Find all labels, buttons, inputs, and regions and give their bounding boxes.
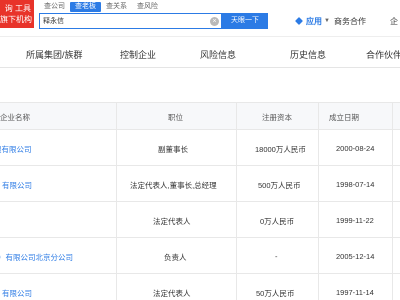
date-cell: 2005-12-14 — [336, 252, 375, 261]
capital-cell: 50万人民币 — [256, 289, 295, 298]
table-row: 有限公司 法定代表人,董事长,总经理 500万人民币 1998-07-14 — [0, 166, 400, 202]
column-header-capital: 注册资本 — [262, 113, 292, 122]
tab-controlled-companies[interactable]: 控制企业 — [120, 48, 156, 61]
logo-line-2: 旗下机构 — [0, 15, 32, 24]
position-cell: 法定代表人 — [153, 289, 191, 298]
table-row: 有限公司 法定代表人 50万人民币 1997-11-14 — [0, 274, 400, 300]
table-row: 限有限公司 副董事长 18000万人民币 2000-08-24 — [0, 130, 400, 166]
apps-menu-button[interactable]: 应用 ▼ — [294, 12, 330, 30]
capital-cell: 18000万人民币 — [255, 145, 306, 154]
company-link[interactable]: ）有限公司北京分公司 — [0, 252, 73, 263]
search-type-tabs: 查公司 查老板 查关系 查风险 — [39, 2, 163, 12]
position-cell: 法定代表人,董事长,总经理 — [130, 181, 217, 190]
capital-cell: - — [275, 252, 278, 261]
date-cell: 1999-11-22 — [336, 216, 374, 225]
capital-cell: 500万人民币 — [258, 181, 301, 190]
top-header: 询 工具 旗下机构 查公司 查老板 查关系 查风险 × 天眼一下 应用 ▼ 商务… — [0, 0, 400, 36]
apps-icon — [294, 16, 304, 26]
company-link[interactable]: 限有限公司 — [0, 144, 32, 155]
tab-search-company[interactable]: 查公司 — [39, 2, 70, 12]
tab-search-risk[interactable]: 查风险 — [132, 2, 163, 12]
date-cell: 2000-08-24 — [336, 144, 375, 153]
tab-history-info[interactable]: 历史信息 — [290, 48, 326, 61]
nav-enterprise-link[interactable]: 企 — [390, 16, 398, 27]
logo-line-1: 询 工具 — [4, 4, 31, 13]
apps-label: 应用 — [306, 16, 322, 26]
column-header-position: 职位 — [168, 113, 183, 122]
search-button[interactable]: 天眼一下 — [222, 13, 268, 29]
clear-icon[interactable]: × — [210, 17, 219, 26]
position-cell: 负责人 — [164, 253, 187, 262]
capital-cell: 0万人民币 — [260, 217, 295, 226]
column-header-company: 企业名称 — [0, 113, 30, 122]
company-link[interactable]: 有限公司 — [2, 288, 32, 299]
table-row: ）有限公司北京分公司 负责人 - 2005-12-14 — [0, 238, 400, 274]
company-link[interactable]: 有限公司 — [2, 180, 32, 191]
category-tabs: 所属集团/族群 控制企业 风险信息 历史信息 合作伙伴 — [0, 36, 400, 68]
search-box: × — [39, 13, 222, 29]
brand-logo[interactable]: 询 工具 旗下机构 — [0, 0, 34, 28]
tab-risk-info[interactable]: 风险信息 — [200, 48, 236, 61]
business-cooperation-link[interactable]: 商务合作 — [334, 16, 366, 27]
tab-search-relation[interactable]: 查关系 — [101, 2, 132, 12]
search-input[interactable] — [43, 15, 203, 27]
position-cell: 法定代表人 — [153, 217, 191, 226]
date-cell: 1997-11-14 — [336, 288, 374, 297]
tab-group[interactable]: 所属集团/族群 — [26, 48, 83, 61]
chevron-down-icon: ▼ — [324, 18, 330, 24]
table-row: 法定代表人 0万人民币 1999-11-22 — [0, 202, 400, 238]
position-cell: 副董事长 — [158, 145, 188, 154]
tab-search-boss[interactable]: 查老板 — [70, 2, 101, 12]
date-cell: 1998-07-14 — [336, 180, 375, 189]
column-header-date: 成立日期 — [329, 113, 359, 122]
tab-partners[interactable]: 合作伙伴 — [366, 48, 400, 61]
table-header: 企业名称 职位 注册资本 成立日期 — [0, 102, 400, 130]
